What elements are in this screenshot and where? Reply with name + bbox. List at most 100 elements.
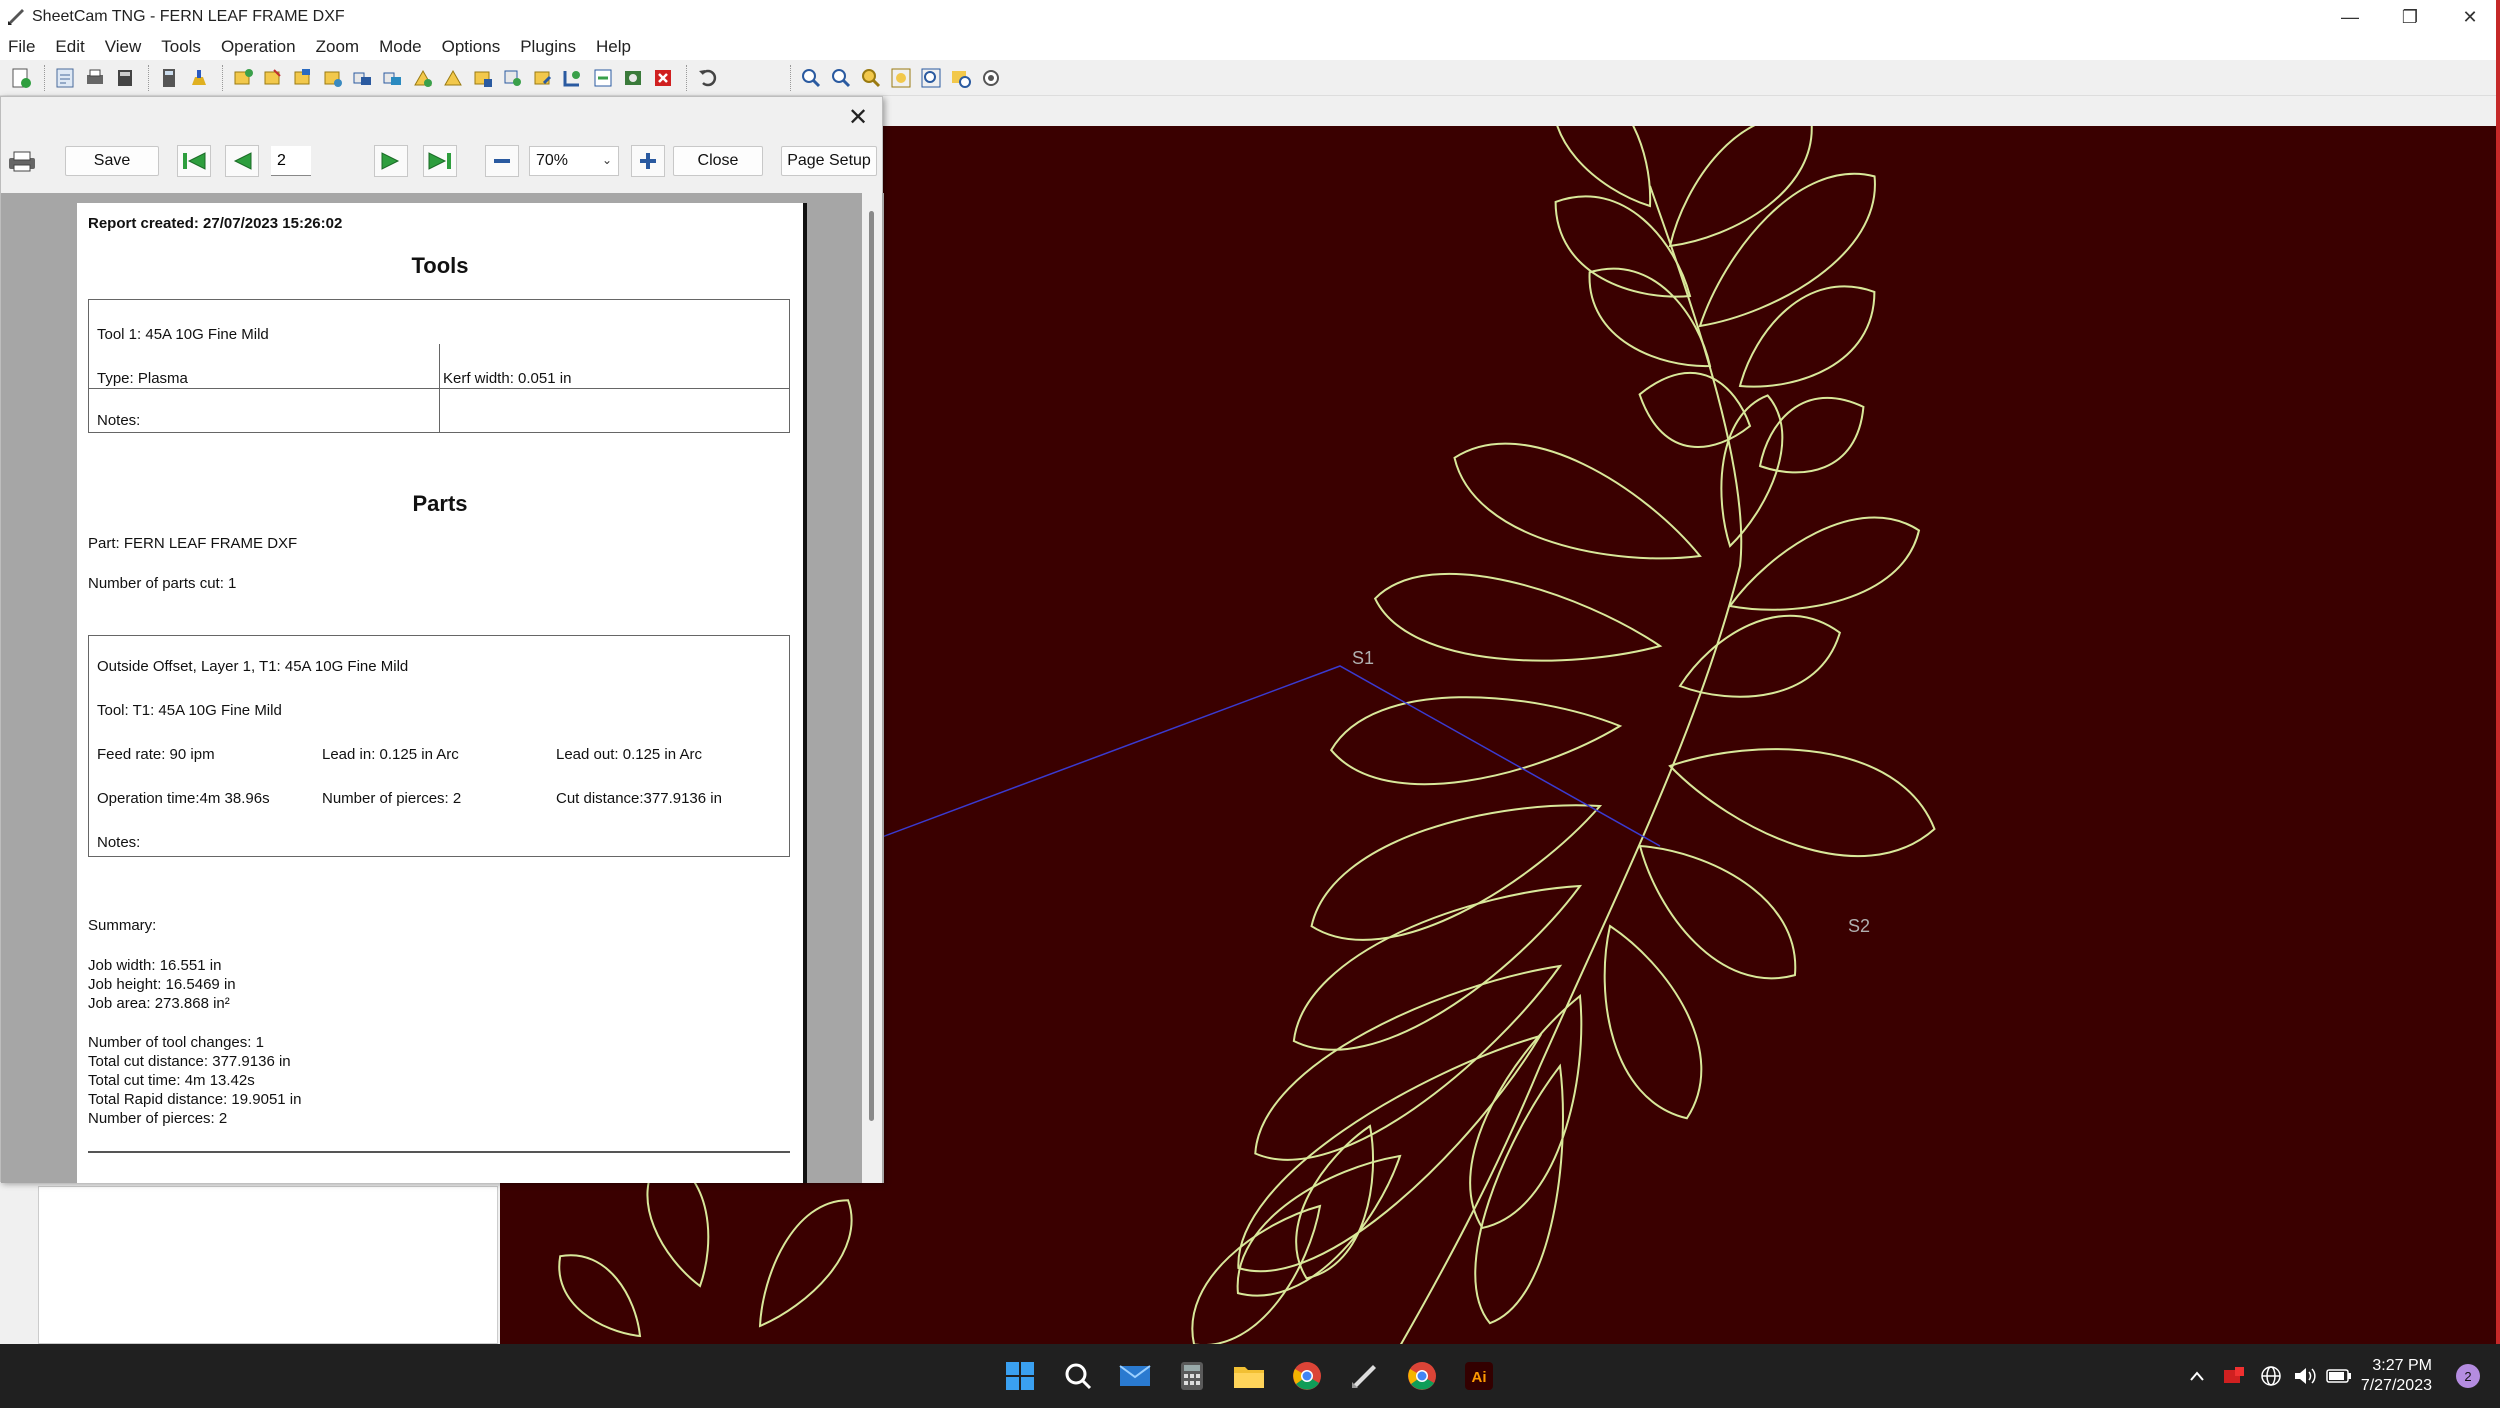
new-job-icon[interactable]	[8, 65, 34, 91]
parts-heading: Parts	[412, 491, 468, 516]
close-report-icon[interactable]: ✕	[844, 103, 872, 131]
window-title: SheetCam TNG - FERN LEAF FRAME DXF	[32, 8, 345, 25]
chevron-up-icon[interactable]	[2180, 1358, 2214, 1394]
zoom-fit-icon[interactable]	[918, 65, 944, 91]
undo-icon[interactable]	[694, 65, 720, 91]
menu-plugins[interactable]: Plugins	[520, 37, 576, 57]
cut-distance: Cut distance:377.9136 in	[556, 790, 722, 807]
operation-title: Outside Offset, Layer 1, T1: 45A 10G Fin…	[97, 658, 409, 675]
zoom-out-report-icon[interactable]	[485, 145, 519, 177]
calculator-icon[interactable]	[156, 65, 182, 91]
operations-list[interactable]	[38, 1186, 498, 1344]
zoom-in-report-icon[interactable]	[631, 145, 665, 177]
operation-icon-5[interactable]	[350, 65, 376, 91]
mail-icon[interactable]	[1117, 1358, 1153, 1394]
tool-changes: Number of tool changes: 1	[88, 1034, 264, 1051]
title-bar: SheetCam TNG - FERN LEAF FRAME DXF — ❐ ✕	[0, 0, 2500, 34]
last-page-icon[interactable]	[423, 145, 457, 177]
post-process-icon[interactable]	[186, 65, 212, 91]
menu-mode[interactable]: Mode	[379, 37, 422, 57]
security-tray-icon[interactable]	[2214, 1358, 2254, 1394]
print-icon[interactable]	[82, 65, 108, 91]
operation-icon-3[interactable]	[290, 65, 316, 91]
total-cut-distance: Total cut distance: 377.9136 in	[88, 1053, 291, 1070]
menu-operation[interactable]: Operation	[221, 37, 296, 57]
menu-view[interactable]: View	[105, 37, 142, 57]
zoom-selection-icon[interactable]	[948, 65, 974, 91]
operation-icon-1[interactable]	[230, 65, 256, 91]
number-of-pierces: Number of pierces: 2	[322, 790, 462, 807]
minimize-button[interactable]: —	[2320, 0, 2380, 34]
zoom-all-icon[interactable]	[978, 65, 1004, 91]
operation-icon-7[interactable]	[410, 65, 436, 91]
operation-icon-14[interactable]	[620, 65, 646, 91]
system-clock[interactable]: 3:27 PM 7/27/2023	[2361, 1356, 2432, 1396]
leaf-path-1	[1668, 126, 1813, 248]
leaf-path-25	[1191, 1204, 1322, 1344]
toolbar-separator	[686, 64, 688, 91]
menu-tools[interactable]: Tools	[161, 37, 201, 57]
close-button[interactable]: Close	[673, 146, 763, 176]
sheetcam-taskbar-icon[interactable]	[1346, 1358, 1382, 1394]
delete-operation-icon[interactable]	[650, 65, 676, 91]
operation-icon-8[interactable]	[440, 65, 466, 91]
leaf-path-10	[1728, 516, 1921, 611]
previous-page-icon[interactable]	[225, 145, 259, 177]
report-created: Report created: 27/07/2023 15:26:02	[88, 215, 343, 232]
report-scrollbar[interactable]	[862, 193, 882, 1183]
edit-job-icon[interactable]	[52, 65, 78, 91]
volume-icon[interactable]	[2288, 1358, 2322, 1394]
operation-icon-12[interactable]	[560, 65, 586, 91]
operation-icon-4[interactable]	[320, 65, 346, 91]
chrome-icon[interactable]	[1289, 1358, 1325, 1394]
clock-time: 3:27 PM	[2372, 1357, 2432, 1374]
leaf-path-27	[758, 1199, 853, 1328]
save-button[interactable]: Save	[65, 146, 159, 176]
menu-file[interactable]: File	[8, 37, 35, 57]
next-page-icon[interactable]	[374, 145, 408, 177]
parts-cut: Number of parts cut: 1	[88, 575, 237, 592]
menu-bar: File Edit View Tools Operation Zoom Mode…	[0, 34, 2500, 60]
operation-icon-2[interactable]	[260, 65, 286, 91]
language-globe-icon[interactable]	[2254, 1358, 2288, 1394]
scrollbar-thumb[interactable]	[869, 211, 874, 1121]
leaf-path-13	[1329, 696, 1623, 786]
chrome-profile-icon[interactable]	[1404, 1358, 1440, 1394]
lead-in: Lead in: 0.125 in Arc	[322, 746, 459, 763]
page-number-input[interactable]	[271, 146, 311, 176]
calculator-taskbar-icon[interactable]	[1174, 1358, 1210, 1394]
page-setup-button[interactable]: Page Setup	[781, 146, 877, 176]
illustrator-icon[interactable]: Ai	[1461, 1358, 1497, 1394]
operation-icon-9[interactable]	[470, 65, 496, 91]
zoom-out-icon[interactable]	[828, 65, 854, 91]
toolbar-separator	[148, 64, 150, 91]
operation-icon-11[interactable]	[530, 65, 556, 91]
battery-icon[interactable]	[2322, 1358, 2356, 1394]
zoom-window-icon[interactable]	[858, 65, 884, 91]
menu-zoom[interactable]: Zoom	[316, 37, 359, 57]
zoom-extents-icon[interactable]	[888, 65, 914, 91]
operation-icon-13[interactable]	[590, 65, 616, 91]
machine-icon[interactable]	[112, 65, 138, 91]
report-window: ✕ Save 70% ⌄ Close Page Setup	[0, 96, 884, 1183]
total-rapid-distance: Total Rapid distance: 19.9051 in	[88, 1091, 302, 1108]
operation-box: Outside Offset, Layer 1, T1: 45A 10G Fin…	[88, 635, 790, 857]
notification-badge[interactable]: 2	[2456, 1364, 2480, 1388]
file-explorer-icon[interactable]	[1231, 1358, 1267, 1394]
zoom-level-select[interactable]: 70% ⌄	[529, 146, 619, 176]
menu-options[interactable]: Options	[442, 37, 501, 57]
printer-icon[interactable]	[5, 145, 39, 177]
windows-start-icon[interactable]	[1002, 1358, 1038, 1394]
operation-icon-10[interactable]	[500, 65, 526, 91]
operation-icon-6[interactable]	[380, 65, 406, 91]
menu-edit[interactable]: Edit	[55, 37, 84, 57]
restore-button[interactable]: ❐	[2380, 0, 2440, 34]
menu-help[interactable]: Help	[596, 37, 631, 57]
operation-time: Operation time:4m 38.96s	[97, 790, 270, 807]
part-name: Part: FERN LEAF FRAME DXF	[88, 535, 298, 552]
toolbar-separator	[44, 64, 46, 91]
first-page-icon[interactable]	[177, 145, 211, 177]
zoom-in-icon[interactable]	[798, 65, 824, 91]
search-icon[interactable]	[1060, 1358, 1096, 1394]
close-window-button[interactable]: ✕	[2440, 0, 2500, 34]
